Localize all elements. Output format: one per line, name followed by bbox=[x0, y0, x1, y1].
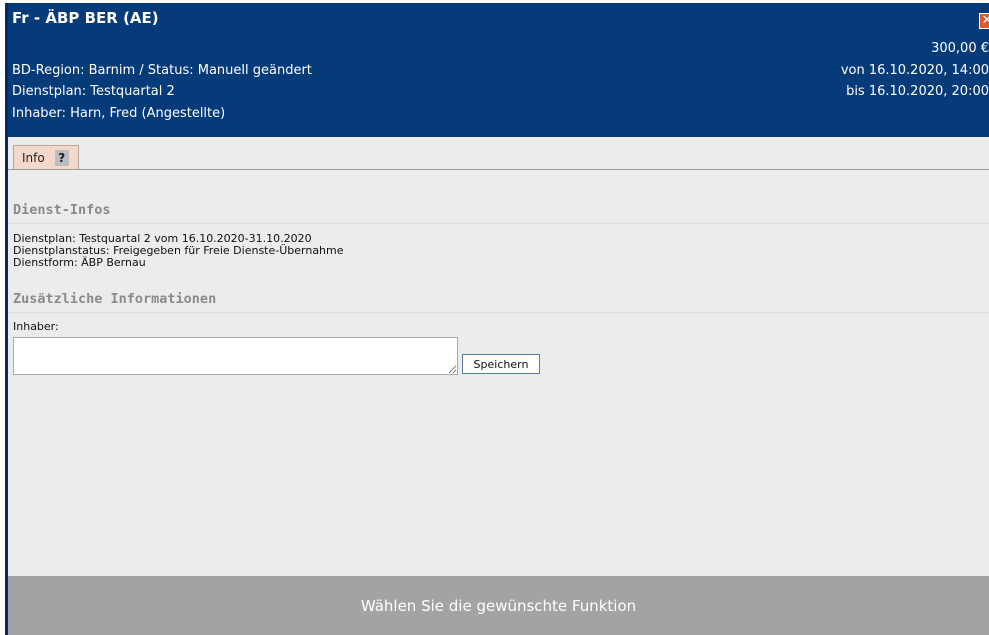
dienstplan-name: Dienstplan: Testquartal 2 bbox=[12, 84, 175, 99]
divider bbox=[8, 223, 989, 224]
owner-name: Inhaber: Harn, Fred (Angestellte) bbox=[12, 106, 226, 121]
function-footer: Wählen Sie die gewünschte Funktion bbox=[8, 576, 989, 635]
section-title-zusatz: Zusätzliche Informationen bbox=[13, 291, 217, 307]
save-button[interactable]: Speichern bbox=[462, 354, 540, 374]
close-icon[interactable]: ✕ bbox=[979, 13, 989, 29]
shift-end: bis 16.10.2020, 20:00 bbox=[846, 84, 989, 99]
dialog-title: Fr - ÄBP BER (AE) bbox=[12, 9, 159, 27]
info-line: Dienstplan: Testquartal 2 vom 16.10.2020… bbox=[13, 232, 312, 245]
owner-input[interactable] bbox=[13, 337, 458, 375]
dialog-header: Fr - ÄBP BER (AE) ✕ 300,00 € BD-Region: … bbox=[8, 3, 989, 137]
info-line: Dienstform: ÄBP Bernau bbox=[13, 256, 146, 269]
info-line: Dienstplanstatus: Freigegeben für Freie … bbox=[13, 244, 344, 257]
tab-info[interactable]: Info ? bbox=[13, 145, 79, 169]
help-icon[interactable]: ? bbox=[54, 149, 69, 166]
shift-amount: 300,00 € bbox=[931, 41, 989, 56]
shift-dialog: Fr - ÄBP BER (AE) ✕ 300,00 € BD-Region: … bbox=[5, 3, 989, 635]
shift-start: von 16.10.2020, 14:00 bbox=[840, 63, 989, 78]
divider bbox=[8, 312, 989, 313]
region-status: BD-Region: Barnim / Status: Manuell geän… bbox=[12, 63, 312, 78]
tab-bar: Info ? bbox=[8, 137, 989, 170]
owner-label: Inhaber: bbox=[13, 320, 59, 333]
footer-text: Wählen Sie die gewünschte Funktion bbox=[360, 596, 637, 615]
section-title-dienst-infos: Dienst-Infos bbox=[13, 202, 111, 218]
tab-info-label: Info bbox=[22, 150, 45, 165]
